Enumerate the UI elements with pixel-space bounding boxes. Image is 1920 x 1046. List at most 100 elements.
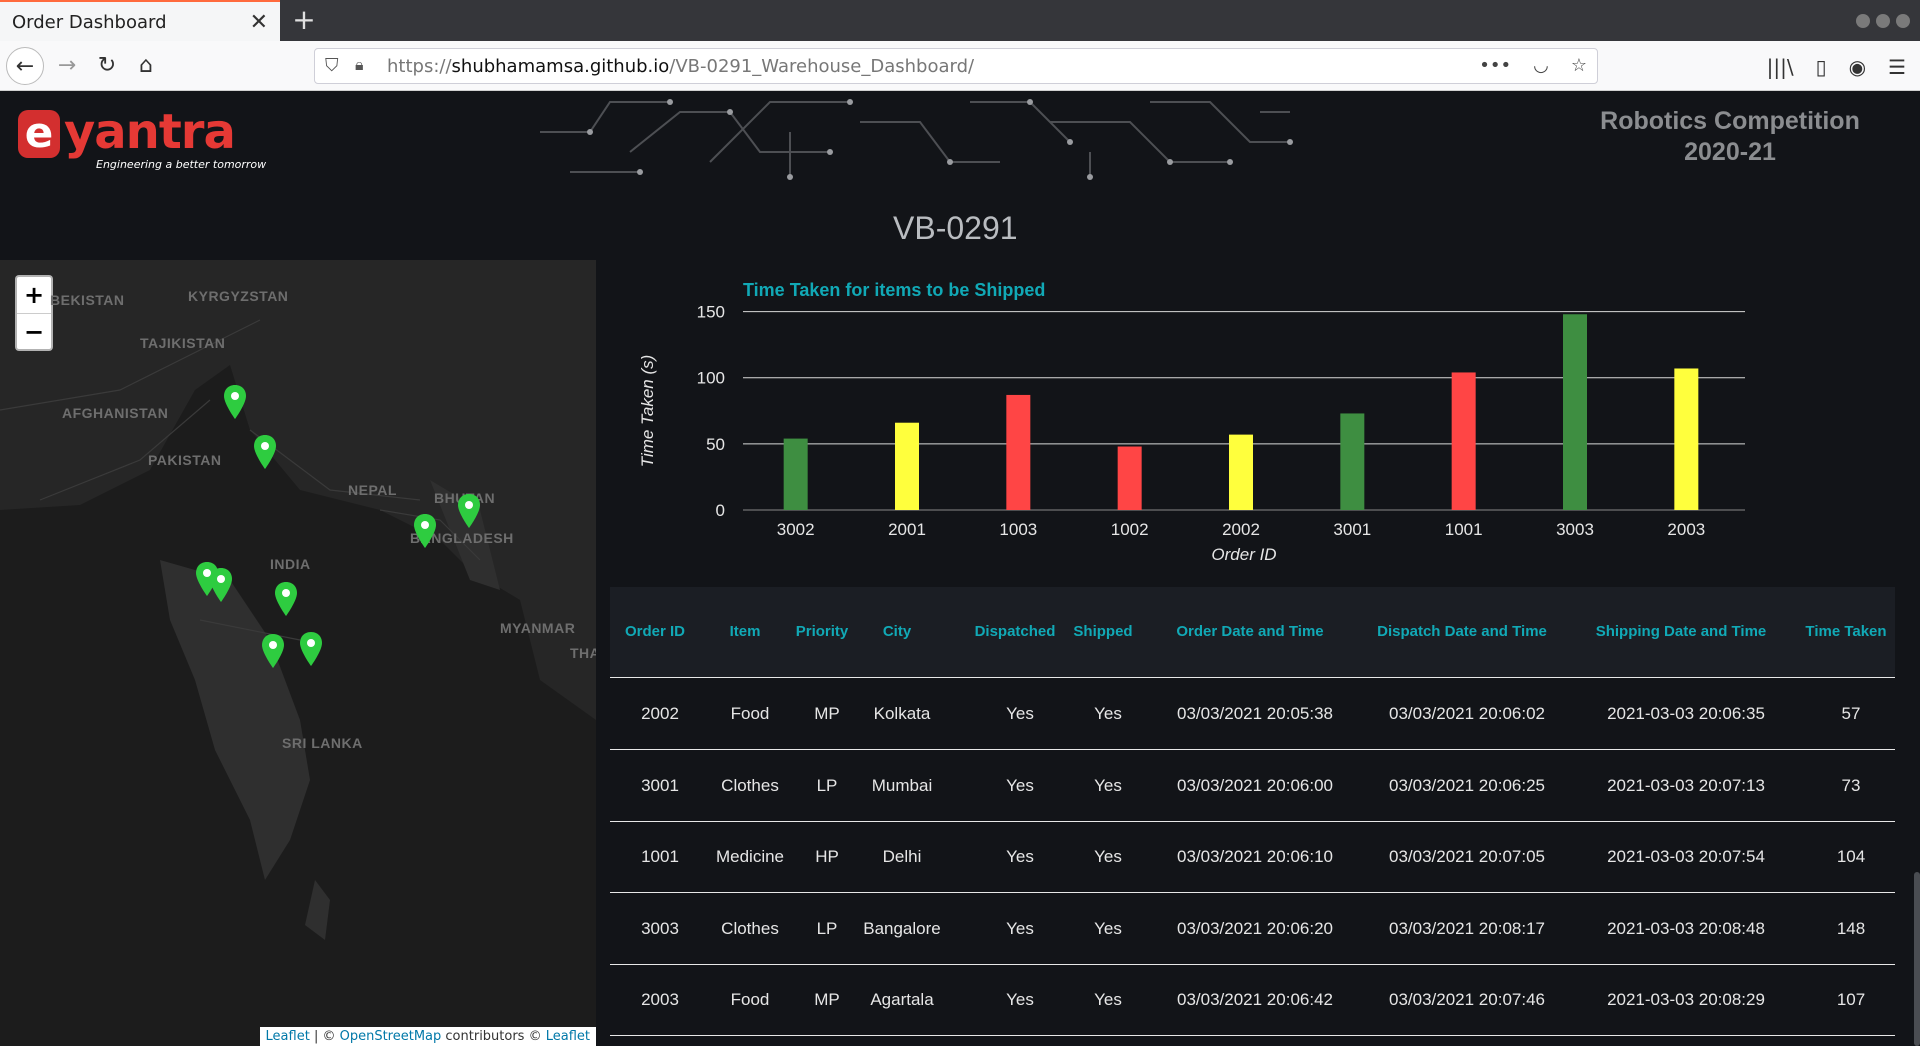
page-actions-icon[interactable]: ••• — [1479, 55, 1511, 76]
table-row: 2002 Food MP Kolkata Yes Yes 03/03/2021 20:05:… — [610, 678, 1895, 750]
attribution-contributors: contributors © — [445, 1029, 542, 1044]
reload-icon[interactable]: ↻ — [88, 47, 126, 85]
competition-title: Robotics Competition 2020-21 — [1560, 106, 1900, 168]
lock-icon[interactable]: 🔒︎ — [355, 55, 364, 75]
column-header[interactable]: Shipping Date and Time — [1576, 587, 1786, 677]
map-marker-icon[interactable] — [275, 582, 297, 616]
zoom-out-button[interactable]: − — [17, 313, 51, 349]
y-tick-label: 150 — [697, 303, 725, 322]
x-tick-label: 1002 — [1111, 520, 1149, 539]
table-cell: Delhi — [882, 847, 922, 866]
home-icon[interactable]: ⌂ — [127, 47, 165, 85]
map-marker-icon[interactable] — [254, 435, 276, 469]
table-cell: 104 — [1836, 847, 1866, 866]
browser-tab[interactable]: Order Dashboard ✕ — [0, 0, 280, 41]
table-cell: 148 — [1836, 918, 1866, 938]
column-header[interactable]: Time Taken — [1796, 587, 1895, 677]
orders-map[interactable]: + − BEKISTAN KYRGYZSTAN TAJIKISTAN AFGHA… — [0, 260, 596, 1046]
table-row: 1001 Medicine HP Delhi Yes Yes 03/03/2021 20:0… — [610, 821, 1895, 893]
library-icon[interactable]: |||\ — [1767, 55, 1794, 79]
openstreetmap-link[interactable]: OpenStreetMap — [340, 1029, 442, 1044]
map-label: MYANMAR — [500, 620, 576, 636]
table-cell: 03/03/2021 20:05:38 — [1177, 704, 1333, 723]
forward-arrow-icon[interactable]: → — [48, 47, 86, 85]
dashboard-page: e yantra Engineering a better tomorrow R… — [0, 92, 1920, 1046]
column-header[interactable]: Order Date and Time — [1150, 587, 1350, 677]
maximize-window-icon[interactable] — [1876, 14, 1890, 28]
map-marker-icon[interactable] — [458, 494, 480, 528]
menu-icon[interactable]: ☰ — [1888, 55, 1906, 79]
table-cell: 2002 — [641, 704, 679, 723]
map-zoom-control: + − — [15, 275, 53, 351]
table-cell: Kolkata — [873, 704, 931, 723]
zoom-in-button[interactable]: + — [17, 277, 51, 313]
table-header: Order ID Item Priority City Dispatched Shippe… — [610, 587, 1895, 677]
bookmark-star-icon[interactable]: ☆ — [1571, 55, 1587, 76]
table-cell: Clothes — [721, 918, 779, 938]
map-marker-icon[interactable] — [300, 632, 322, 666]
table-cell: Medicine — [715, 847, 785, 866]
bar — [1006, 394, 1031, 510]
url-text[interactable]: https://shubhamamsa.github.io/VB-0291_Wa… — [387, 56, 974, 77]
y-axis-label: Time Taken (s) — [638, 355, 657, 468]
bar — [895, 422, 919, 510]
attribution-separator: | © — [313, 1029, 340, 1044]
close-tab-icon[interactable]: ✕ — [250, 10, 268, 35]
x-axis-label: Order ID — [1211, 545, 1276, 564]
map-basemap — [0, 319, 596, 1046]
page-scrollbar[interactable] — [1914, 872, 1920, 1046]
sidebar-icon[interactable]: ▯ — [1816, 55, 1827, 79]
table-cell: 57 — [1841, 704, 1861, 723]
table-cell: 2003 — [641, 990, 679, 1009]
browser-tab-bar: Order Dashboard ✕ + — [0, 0, 1920, 41]
table-cell: Yes — [1006, 775, 1034, 795]
table-cell: Mumbai — [871, 775, 933, 795]
x-tick-label: 1001 — [1445, 520, 1483, 539]
table-cell: 03/03/2021 20:08:17 — [1389, 918, 1545, 938]
minimize-window-icon[interactable] — [1856, 14, 1870, 28]
leaflet-link[interactable]: Leaflet — [266, 1029, 310, 1044]
bar — [1451, 372, 1476, 510]
table-cell: 73 — [1841, 775, 1861, 795]
url-bar[interactable]: ⛉ 🔒︎ https://shubhamamsa.github.io/VB-02… — [314, 48, 1598, 84]
table-cell: 2021-03-03 20:06:35 — [1607, 704, 1765, 723]
bar — [1117, 446, 1142, 510]
column-header[interactable]: Item — [700, 587, 790, 677]
leaflet-link-2[interactable]: Leaflet — [546, 1029, 590, 1044]
logo-letter: e — [18, 110, 60, 158]
table-row: 3001 Clothes LP Mumbai Yes Yes 03/03/2021 20:0… — [610, 750, 1895, 822]
account-icon[interactable]: ◉ — [1849, 55, 1866, 79]
table-cell: 03/03/2021 20:06:20 — [1177, 918, 1333, 938]
browser-nav-bar: ← → ↻ ⌂ ⛉ 🔒︎ https://shubhamamsa.github.… — [0, 41, 1920, 91]
x-tick-label: 2002 — [1222, 520, 1260, 539]
table-cell: 2021-03-03 20:07:13 — [1607, 775, 1765, 795]
tracking-shield-icon[interactable]: ⛉ — [325, 55, 339, 76]
table-cell: 2021-03-03 20:07:54 — [1607, 847, 1765, 866]
map-label: AFGHANISTAN — [62, 405, 169, 421]
competition-title-line2: 2020-21 — [1684, 138, 1776, 166]
url-prefix: https:// — [387, 56, 452, 77]
map-marker-icon[interactable] — [262, 634, 284, 668]
x-tick-label: 3003 — [1556, 520, 1594, 539]
column-header[interactable]: Dispatch Date and Time — [1357, 587, 1567, 677]
table-cell: Food — [730, 990, 770, 1009]
close-window-icon[interactable] — [1896, 14, 1910, 28]
bar — [1563, 314, 1587, 510]
table-cell: Yes — [1094, 990, 1122, 1009]
column-header[interactable]: Dispatched — [960, 587, 1070, 677]
new-tab-icon[interactable]: + — [288, 4, 320, 36]
x-tick-label: 3002 — [777, 520, 815, 539]
y-tick-label: 50 — [706, 435, 725, 454]
map-marker-icon[interactable] — [414, 514, 436, 548]
column-header[interactable]: Shipped — [1063, 587, 1143, 677]
pocket-icon[interactable]: ◡ — [1533, 55, 1549, 76]
column-header[interactable]: Order ID — [615, 587, 695, 677]
map-attribution: Leaflet | © OpenStreetMap contributors ©… — [259, 1027, 596, 1046]
bar — [1340, 413, 1365, 510]
map-marker-icon[interactable] — [210, 568, 232, 602]
back-arrow-icon[interactable]: ← — [6, 47, 44, 85]
map-marker-icon[interactable] — [224, 385, 246, 419]
table-cell: 2021-03-03 20:08:29 — [1607, 990, 1765, 1009]
column-header[interactable]: City — [847, 587, 947, 677]
table-cell: Yes — [1006, 847, 1034, 866]
